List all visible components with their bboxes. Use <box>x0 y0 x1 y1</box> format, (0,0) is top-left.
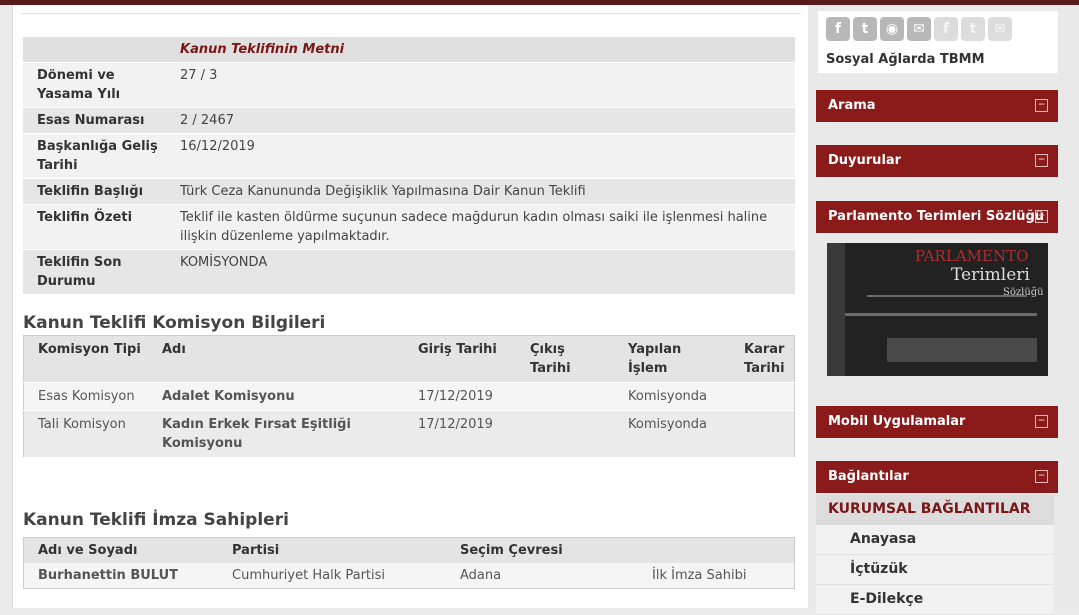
info-value: 27 / 3 <box>166 62 795 108</box>
facebook-small-icon[interactable]: f <box>934 17 958 41</box>
column-header: Çıkış Tarihi <box>516 335 614 383</box>
twitter-small-icon[interactable]: t <box>961 17 985 41</box>
sozluk-banner[interactable]: PARLAMENTO Terimleri Sözlüğü <box>827 243 1048 376</box>
info-row-donem: Dönemi ve Yasama Yılı 27 / 3 <box>23 62 795 108</box>
column-header: Yapılan İşlem <box>614 335 730 383</box>
komisyon-name-link[interactable]: Adalet Komisyonu <box>148 382 404 411</box>
column-header: Partisi <box>218 537 446 563</box>
info-value: Teklif ile kasten öldürme suçunun sadece… <box>166 204 795 250</box>
facebook-icon[interactable]: f <box>826 17 850 41</box>
info-row-tarih: Başkanlığa Geliş Tarihi 16/12/2019 <box>23 133 795 179</box>
expand-icon[interactable]: − <box>1035 154 1048 167</box>
expand-icon[interactable]: − <box>1035 415 1048 428</box>
imza-header-row: Adı ve Soyadı Partisi Seçim Çevresi <box>23 537 795 563</box>
social-icons: f t ◉ ✉ f t ✉ <box>826 17 1012 41</box>
column-header: Karar Tarihi <box>730 335 795 383</box>
panel-baglantilar[interactable]: Bağlantılar − <box>816 461 1058 493</box>
karar-tarihi <box>730 382 795 411</box>
panel-duyurular[interactable]: Duyurular − <box>816 145 1058 177</box>
info-value: 16/12/2019 <box>166 133 795 179</box>
expand-icon[interactable]: − <box>1035 470 1048 483</box>
info-value: 2 / 2467 <box>166 107 795 134</box>
column-header: Komisyon Tipi <box>23 335 148 383</box>
info-label: Teklifin Özeti <box>23 204 166 250</box>
banner-column <box>827 243 845 376</box>
panel-title: Parlamento Terimleri Sözlüğü <box>828 209 1045 224</box>
twitter-icon[interactable]: t <box>853 17 877 41</box>
cikis-tarihi <box>516 410 614 458</box>
cikis-tarihi <box>516 382 614 411</box>
imza-section-title: Kanun Teklifi İmza Sahipleri <box>23 510 289 530</box>
column-header: Giriş Tarihi <box>404 335 516 383</box>
banner-title-line3: Sözlüğü <box>1003 287 1044 298</box>
info-label: Dönemi ve Yasama Yılı <box>23 62 166 108</box>
info-value: KOMİSYONDA <box>166 249 795 295</box>
komisyon-tip: Esas Komisyon <box>23 382 148 411</box>
panel-title: Duyurular <box>828 153 902 168</box>
yapilan-islem: Komisyonda <box>614 410 730 458</box>
info-header-row: Kanun Teklifinin Metni <box>23 37 795 63</box>
info-row-esas: Esas Numarası 2 / 2467 <box>23 107 795 134</box>
column-header: Adı ve Soyadı <box>23 537 218 563</box>
rss-icon[interactable]: ◉ <box>880 17 904 41</box>
info-value: Türk Ceza Kanununda Değişiklik Yapılması… <box>166 178 795 205</box>
panel-arama[interactable]: Arama − <box>816 90 1058 122</box>
giris-tarihi: 17/12/2019 <box>404 410 516 458</box>
social-box: f t ◉ ✉ f t ✉ Sosyal Ağlarda TBMM <box>818 11 1058 73</box>
social-label: Sosyal Ağlarda TBMM <box>826 52 985 67</box>
column-header: Adı <box>148 335 404 383</box>
komisyon-name-link[interactable]: Kadın Erkek Fırsat Eşitliği Komisyonu <box>148 410 404 458</box>
table-row: Tali Komisyon Kadın Erkek Fırsat Eşitliğ… <box>23 410 795 458</box>
mail-small-icon[interactable]: ✉ <box>988 17 1012 41</box>
panel-title: Mobil Uygulamalar <box>828 414 966 429</box>
expand-icon[interactable]: − <box>1035 99 1048 112</box>
info-row-ozet: Teklifin Özeti Teklif ile kasten öldürme… <box>23 204 795 250</box>
main-content: Kanun Teklifinin Metni Dönemi ve Yasama … <box>12 5 810 608</box>
panel-title: Arama <box>828 98 876 113</box>
table-row: Burhanettin BULUT Cumhuriyet Halk Partis… <box>23 563 795 589</box>
komisyon-header-row: Komisyon Tipi Adı Giriş Tarihi Çıkış Tar… <box>23 335 795 383</box>
table-row: Esas Komisyon Adalet Komisyonu 17/12/201… <box>23 382 795 411</box>
komisyon-table: Komisyon Tipi Adı Giriş Tarihi Çıkış Tar… <box>23 335 795 458</box>
kurumsal-heading: KURUMSAL BAĞLANTILAR <box>816 495 1054 525</box>
column-header <box>638 537 795 563</box>
info-row-durum: Teklifin Son Durumu KOMİSYONDA <box>23 249 795 295</box>
column-header: Seçim Çevresi <box>446 537 638 563</box>
info-row-baslik: Teklifin Başlığı Türk Ceza Kanununda Değ… <box>23 178 795 205</box>
link-ictuzuk[interactable]: İçtüzük <box>816 555 1054 585</box>
signer-party: Cumhuriyet Halk Partisi <box>218 563 446 589</box>
banner-shelf <box>887 338 1037 362</box>
signer-role: İlk İmza Sahibi <box>638 563 795 589</box>
bill-text-link[interactable]: Kanun Teklifinin Metni <box>180 42 344 57</box>
komisyon-section-title: Kanun Teklifi Komisyon Bilgileri <box>23 313 326 333</box>
signer-district: Adana <box>446 563 638 589</box>
imza-table: Adı ve Soyadı Partisi Seçim Çevresi Burh… <box>23 537 795 589</box>
info-label: Esas Numarası <box>23 107 166 134</box>
karar-tarihi <box>730 410 795 458</box>
banner-title-line2: Terimleri <box>951 265 1030 285</box>
komisyon-tip: Tali Komisyon <box>23 410 148 458</box>
info-label: Başkanlığa Geliş Tarihi <box>23 133 166 179</box>
giris-tarihi: 17/12/2019 <box>404 382 516 411</box>
email-icon[interactable]: ✉ <box>907 17 931 41</box>
panel-title: Bağlantılar <box>828 469 909 484</box>
sidebar: f t ◉ ✉ f t ✉ Sosyal Ağlarda TBMM Arama … <box>808 5 1079 615</box>
panel-sozluk[interactable]: Parlamento Terimleri Sözlüğü − <box>816 201 1058 233</box>
yapilan-islem: Komisyonda <box>614 382 730 411</box>
info-label: Teklifin Başlığı <box>23 178 166 205</box>
top-divider <box>21 13 801 14</box>
banner-title-line1: PARLAMENTO <box>915 247 1029 265</box>
link-e-dilekce[interactable]: E-Dilekçe <box>816 585 1054 615</box>
panel-mobil[interactable]: Mobil Uygulamalar − <box>816 406 1058 438</box>
link-anayasa[interactable]: Anayasa <box>816 525 1054 555</box>
bill-info-table: Kanun Teklifinin Metni Dönemi ve Yasama … <box>23 37 795 295</box>
signer-name-link[interactable]: Burhanettin BULUT <box>23 563 218 589</box>
link-list: Anayasa İçtüzük E-Dilekçe <box>816 525 1054 615</box>
expand-icon[interactable]: − <box>1035 210 1048 223</box>
info-label: Teklifin Son Durumu <box>23 249 166 295</box>
banner-shelf <box>837 313 1037 316</box>
